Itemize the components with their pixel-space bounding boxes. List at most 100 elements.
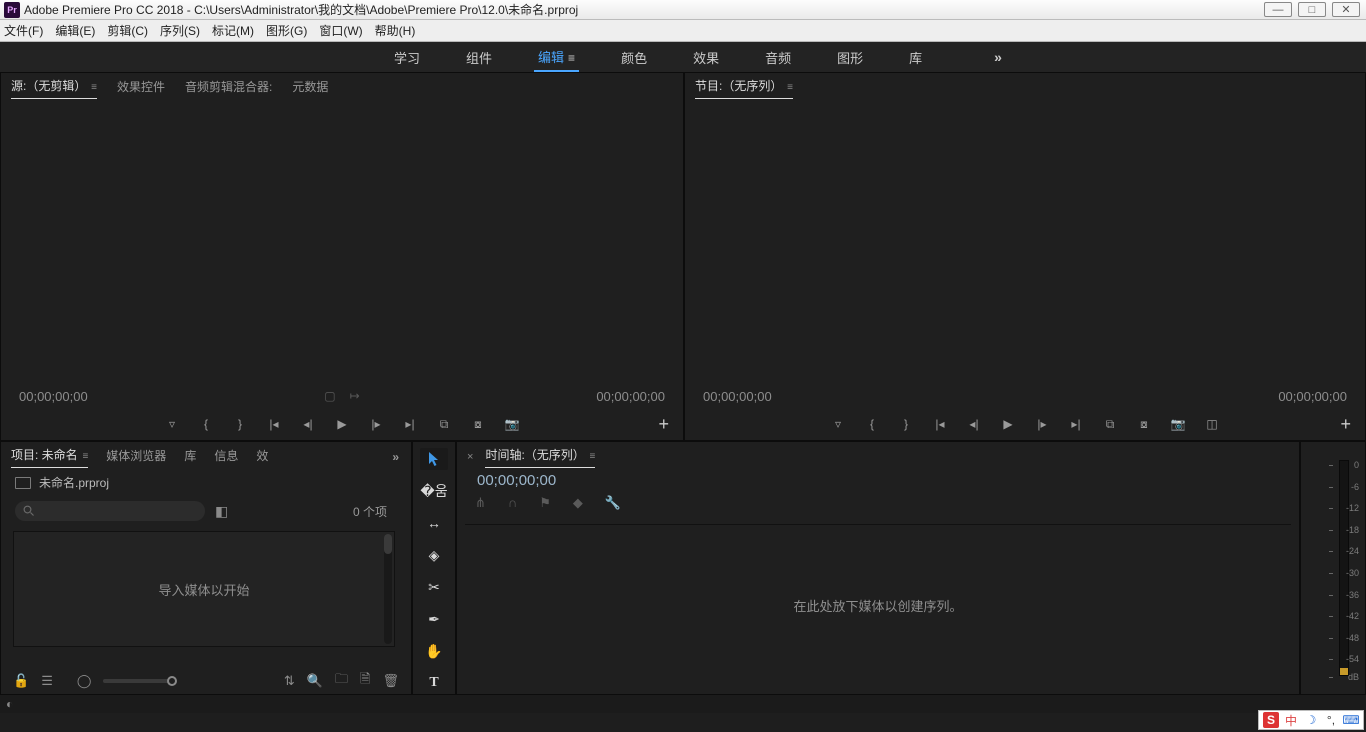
project-writable-icon[interactable]: 🔓 — [13, 673, 29, 689]
ime-logo-icon[interactable]: S — [1263, 712, 1279, 728]
audio-meter[interactable]: 0 -6 -12 -18 -24 -30 -36 -42 -48 -54 dB — [1333, 460, 1359, 676]
menu-file[interactable]: 文件(F) — [4, 22, 43, 39]
source-timecode-left[interactable]: 00;00;00;00 — [19, 389, 88, 404]
source-step-back-icon[interactable]: ◂| — [300, 417, 316, 431]
tab-effects-short[interactable]: 效 — [256, 447, 268, 468]
source-export-frame-icon[interactable]: 📷 — [504, 417, 520, 431]
tab-program-menu-icon[interactable]: ≡ — [784, 82, 793, 93]
workspace-color[interactable]: 颜色 — [617, 44, 651, 71]
workspace-more-button[interactable]: » — [994, 49, 1002, 65]
project-find-icon[interactable]: 🔍 — [307, 673, 323, 689]
project-delete-icon[interactable]: 🗑 — [382, 673, 399, 689]
tab-media-browser[interactable]: 媒体浏览器 — [106, 447, 166, 468]
track-select-tool[interactable]: �움 — [420, 480, 448, 502]
menu-sequence[interactable]: 序列(S) — [160, 22, 200, 39]
tab-audio-clip-mixer[interactable]: 音频剪辑混合器: — [185, 78, 272, 99]
tab-source-menu-icon[interactable]: ≡ — [88, 82, 97, 93]
menu-marker[interactable]: 标记(M) — [212, 22, 254, 39]
rate-stretch-tool[interactable]: ◈ — [420, 544, 448, 566]
source-add-marker-icon[interactable]: ▿ — [164, 417, 180, 431]
tab-info[interactable]: 信息 — [214, 447, 238, 468]
workspace-graphics[interactable]: 图形 — [833, 44, 867, 71]
timeline-link-icon[interactable]: ∩ — [508, 495, 517, 511]
selection-tool[interactable] — [420, 448, 448, 470]
source-fit-icon[interactable]: ▢ — [324, 389, 335, 403]
menu-edit[interactable]: 编辑(E) — [55, 22, 95, 39]
program-mark-out-icon[interactable]: } — [898, 417, 914, 431]
project-new-bin-icon[interactable]: 🗀 — [335, 670, 348, 692]
program-lift-icon[interactable]: ⧉ — [1102, 417, 1118, 432]
project-sort-icon[interactable]: ⇅ — [284, 673, 295, 689]
workspace-editing-menu-icon[interactable]: ≡ — [568, 51, 575, 65]
source-go-to-out-icon[interactable]: ▸| — [402, 417, 418, 431]
source-play-icon[interactable]: ▶ — [334, 417, 350, 431]
program-button-editor-icon[interactable]: + — [1340, 414, 1351, 435]
source-mark-in-icon[interactable]: { — [198, 417, 214, 431]
minimize-button[interactable]: — — [1264, 2, 1292, 17]
timeline-wrench-icon[interactable]: 🔧 — [605, 495, 621, 511]
tab-libraries[interactable]: 库 — [184, 447, 196, 468]
program-mark-in-icon[interactable]: { — [864, 417, 880, 431]
tab-program[interactable]: 节目:（无序列） ≡ — [695, 77, 793, 99]
program-extract-icon[interactable]: ⧇ — [1136, 417, 1152, 432]
source-step-fwd-icon[interactable]: |▸ — [368, 417, 384, 431]
tab-project[interactable]: 项目: 未命名 ≡ — [11, 446, 88, 468]
program-export-frame-icon[interactable]: 📷 — [1170, 417, 1186, 431]
tab-project-menu-icon[interactable]: ≡ — [80, 451, 89, 462]
ime-punct-icon[interactable]: °, — [1323, 712, 1339, 728]
timeline-timecode[interactable]: 00;00;00;00 — [457, 468, 1299, 489]
program-timecode-right[interactable]: 00;00;00;00 — [1278, 389, 1347, 404]
timeline-settings-marker-icon[interactable]: ◆ — [573, 495, 583, 511]
project-zoom-slider[interactable] — [103, 679, 173, 683]
timeline-drop-area[interactable]: 在此处放下媒体以创建序列。 — [465, 524, 1291, 686]
menu-window[interactable]: 窗口(W) — [319, 22, 362, 39]
tab-timeline-menu-icon[interactable]: ≡ — [587, 451, 596, 462]
source-timecode-right[interactable]: 00;00;00;00 — [596, 389, 665, 404]
source-insert-icon[interactable]: ⧉ — [436, 417, 452, 432]
source-button-editor-icon[interactable]: + — [658, 414, 669, 435]
timeline-marker-icon[interactable]: ⚑ — [539, 495, 551, 511]
tab-metadata[interactable]: 元数据 — [292, 78, 328, 99]
workspace-library[interactable]: 库 — [905, 44, 926, 71]
workspace-assembly[interactable]: 组件 — [462, 44, 496, 71]
workspace-learn[interactable]: 学习 — [390, 44, 424, 71]
pen-tool[interactable]: ✒ — [420, 608, 448, 630]
source-overwrite-icon[interactable]: ⧇ — [470, 417, 486, 432]
source-go-to-in-icon[interactable]: |◂ — [266, 417, 282, 431]
menu-help[interactable]: 帮助(H) — [375, 22, 416, 39]
menu-clip[interactable]: 剪辑(C) — [107, 22, 148, 39]
tab-timeline[interactable]: 时间轴:（无序列） ≡ — [485, 446, 595, 468]
workspace-editing[interactable]: 编辑≡ — [534, 43, 579, 72]
program-add-marker-icon[interactable]: ▿ — [830, 417, 846, 431]
menu-graphics[interactable]: 图形(G) — [266, 22, 307, 39]
tab-effect-controls[interactable]: 效果控件 — [117, 78, 165, 99]
ripple-edit-tool[interactable]: ↔ — [420, 512, 448, 534]
project-tabs-more-button[interactable]: » — [392, 450, 399, 464]
hand-tool[interactable]: ✋ — [420, 640, 448, 662]
type-tool[interactable]: T — [420, 672, 448, 694]
project-freeform-view-icon[interactable]: ◯ — [77, 673, 92, 689]
ime-keyboard-icon[interactable]: ⌨ — [1343, 712, 1359, 728]
ime-moon-icon[interactable]: ☽ — [1303, 712, 1319, 728]
program-go-to-in-icon[interactable]: |◂ — [932, 417, 948, 431]
timeline-snap-icon[interactable]: ⋔ — [475, 495, 486, 511]
program-step-fwd-icon[interactable]: |▸ — [1034, 417, 1050, 431]
project-filter-bin-icon[interactable]: ◧ — [215, 503, 228, 520]
workspace-audio[interactable]: 音频 — [761, 44, 795, 71]
timeline-close-icon[interactable]: × — [467, 451, 473, 463]
workspace-effects[interactable]: 效果 — [689, 44, 723, 71]
tab-source[interactable]: 源:（无剪辑） ≡ — [11, 77, 97, 99]
program-comparison-icon[interactable]: ◫ — [1204, 417, 1220, 431]
cc-status-icon[interactable]: ◐ — [6, 697, 13, 711]
close-button[interactable]: ✕ — [1332, 2, 1360, 17]
program-go-to-out-icon[interactable]: ▸| — [1068, 417, 1084, 431]
source-mark-out-icon[interactable]: } — [232, 417, 248, 431]
program-play-icon[interactable]: ▶ — [1000, 417, 1016, 431]
project-drop-area[interactable]: 导入媒体以开始 — [13, 531, 395, 647]
project-list-view-icon[interactable]: ☰ — [41, 673, 53, 689]
project-search-input[interactable] — [15, 501, 205, 521]
razor-tool[interactable]: ✂ — [420, 576, 448, 598]
maximize-button[interactable]: □ — [1298, 2, 1326, 17]
program-step-back-icon[interactable]: ◂| — [966, 417, 982, 431]
project-new-item-icon[interactable]: 🗎 — [360, 670, 370, 692]
